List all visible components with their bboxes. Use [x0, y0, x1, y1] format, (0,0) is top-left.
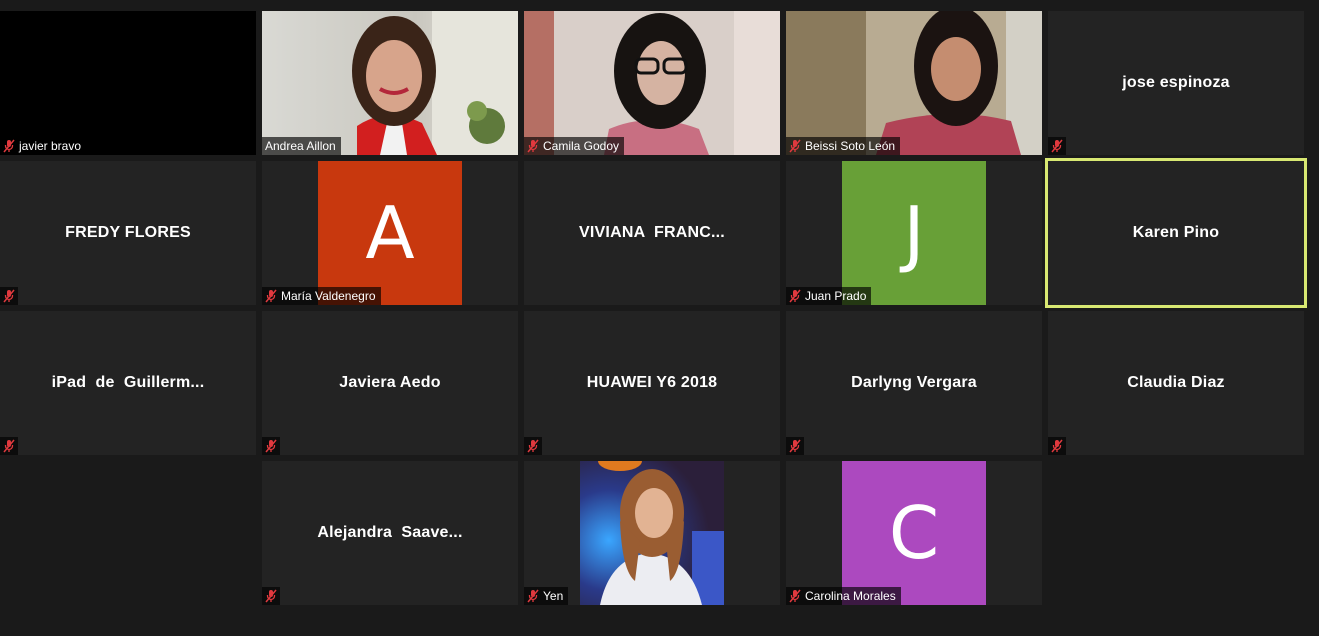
avatar-initial: C — [888, 491, 940, 575]
avatar-initial: J — [903, 191, 925, 275]
avatar: A — [318, 161, 462, 305]
mute-indicator — [0, 287, 18, 305]
mute-indicator — [0, 437, 18, 455]
tile-darlyng-vergara[interactable]: Darlyng Vergara — [786, 311, 1042, 455]
participant-label: Carolina Morales — [786, 587, 901, 605]
mic-muted-icon — [265, 589, 277, 603]
participant-name: FREDY FLORES — [65, 224, 191, 241]
tile-javiera-aedo[interactable]: Javiera Aedo — [262, 311, 518, 455]
participant-label: Juan Prado — [786, 287, 872, 305]
mute-indicator — [524, 437, 542, 455]
tile-claudia-diaz[interactable]: Claudia Diaz — [1048, 311, 1304, 455]
tile-ipad-guillermo[interactable]: iPad de Guillerm... — [0, 311, 256, 455]
mic-muted-icon — [789, 589, 801, 603]
participant-name: Camila Godoy — [543, 139, 620, 153]
mute-indicator — [262, 437, 280, 455]
mic-muted-icon — [789, 439, 801, 453]
tile-huawei-y6[interactable]: HUAWEI Y6 2018 — [524, 311, 780, 455]
participant-label: Andrea Aillon — [262, 137, 341, 155]
mic-muted-icon — [3, 289, 15, 303]
participant-video — [786, 11, 1042, 155]
mute-indicator — [1048, 137, 1066, 155]
mic-muted-icon — [265, 289, 277, 303]
mic-muted-icon — [527, 589, 539, 603]
participant-name: iPad de Guillerm... — [51, 374, 205, 391]
tile-fredy-flores[interactable]: FREDY FLORES — [0, 161, 256, 305]
mic-muted-icon — [3, 439, 15, 453]
avatar: J — [842, 161, 986, 305]
tile-andrea-aillon[interactable]: Andrea Aillon — [262, 11, 518, 155]
tile-jose-espinoza[interactable]: jose espinoza — [1048, 11, 1304, 155]
mic-muted-icon — [1051, 439, 1063, 453]
mic-muted-icon — [527, 439, 539, 453]
tile-karen-pino[interactable]: Karen Pino — [1045, 158, 1307, 308]
tile-javier-bravo[interactable]: javier bravo — [0, 11, 256, 155]
mic-muted-icon — [1051, 139, 1063, 153]
mic-muted-icon — [3, 139, 15, 153]
participant-label: Beissi Soto León — [786, 137, 901, 155]
tile-viviana[interactable]: VIVIANA FRANC... — [524, 161, 780, 305]
avatar-initial: A — [365, 191, 415, 275]
participant-name: Beissi Soto León — [805, 139, 896, 153]
tile-beissi-soto-leon[interactable]: Beissi Soto León — [786, 11, 1042, 155]
profile-photo — [580, 461, 724, 605]
participant-name: Karen Pino — [1132, 224, 1220, 241]
participant-name: Carolina Morales — [805, 589, 896, 603]
mute-indicator — [786, 437, 804, 455]
participant-name: VIVIANA FRANC... — [579, 224, 725, 241]
participant-video — [262, 11, 518, 155]
participant-label: María Valdenegro — [262, 287, 381, 305]
participant-name: javier bravo — [19, 139, 82, 153]
participant-video — [524, 11, 780, 155]
participant-name: Juan Prado — [805, 289, 867, 303]
tile-yen[interactable]: Yen — [524, 461, 780, 605]
participant-name: Yen — [543, 589, 564, 603]
mic-muted-icon — [789, 139, 801, 153]
participant-label: Yen — [524, 587, 569, 605]
tile-juan-prado[interactable]: J Juan Prado — [786, 161, 1042, 305]
mic-muted-icon — [789, 289, 801, 303]
participant-name: María Valdenegro — [281, 289, 376, 303]
mic-muted-icon — [265, 439, 277, 453]
avatar: C — [842, 461, 986, 605]
participant-name: Alejandra Saave... — [317, 524, 463, 541]
tile-carolina-morales[interactable]: C Carolina Morales — [786, 461, 1042, 605]
participant-name: Javiera Aedo — [339, 374, 441, 391]
tile-alejandra[interactable]: Alejandra Saave... — [262, 461, 518, 605]
participant-name: Darlyng Vergara — [851, 374, 977, 391]
mute-indicator — [262, 587, 280, 605]
mute-indicator — [1048, 437, 1066, 455]
participant-name: Claudia Diaz — [1127, 374, 1225, 391]
tile-camila-godoy[interactable]: Camila Godoy — [524, 11, 780, 155]
participant-label: javier bravo — [0, 137, 87, 155]
participant-label: Camila Godoy — [524, 137, 625, 155]
mic-muted-icon — [527, 139, 539, 153]
tile-maria-valdenegro[interactable]: A María Valdenegro — [262, 161, 518, 305]
participant-name: jose espinoza — [1122, 74, 1230, 91]
participant-name: Andrea Aillon — [265, 139, 336, 153]
participant-name: HUAWEI Y6 2018 — [586, 374, 718, 391]
